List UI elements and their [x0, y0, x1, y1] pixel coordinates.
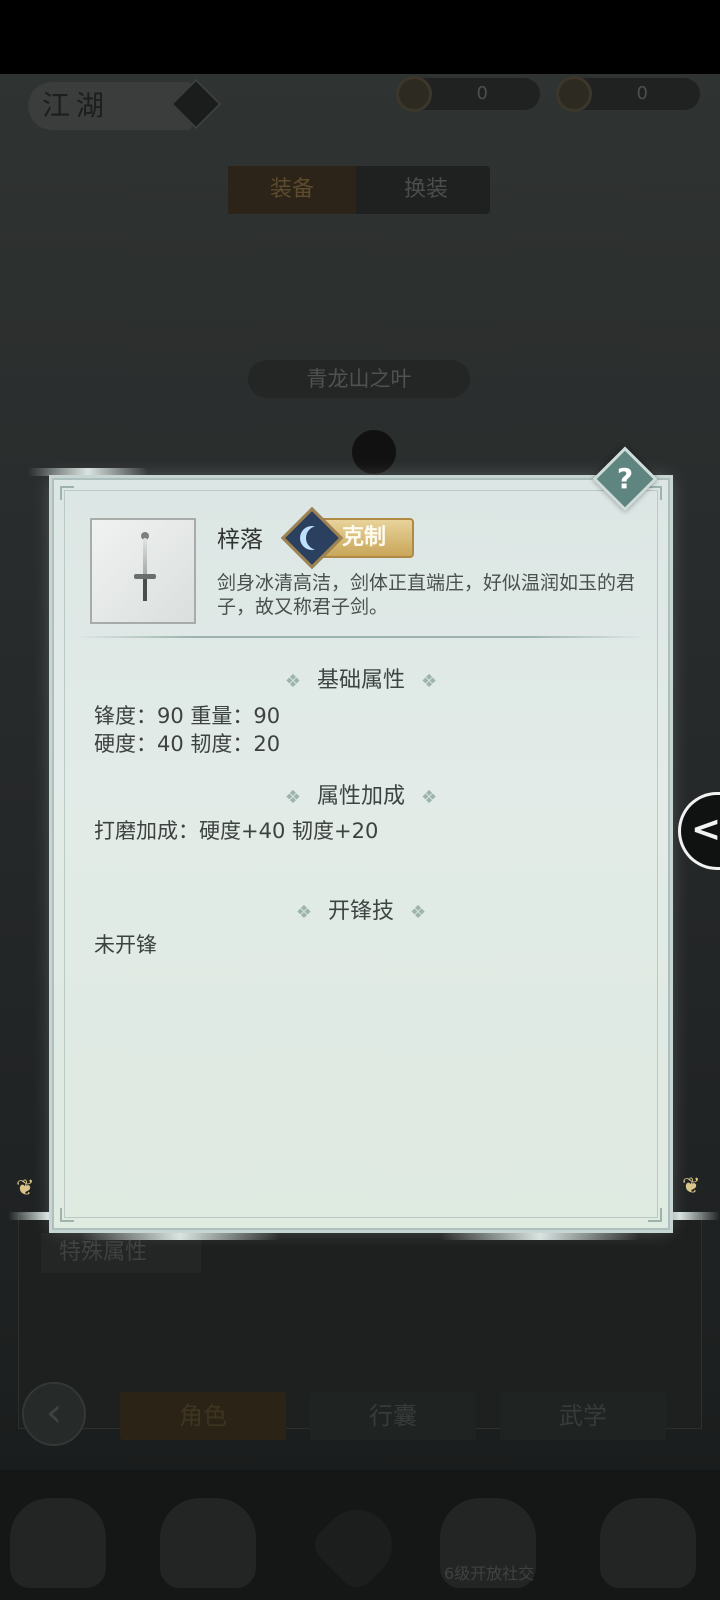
- section-title-edge-skill: ❖ 开锋技 ❖: [75, 893, 647, 925]
- character-avatar: [352, 430, 396, 474]
- dock-jianghu-icon[interactable]: [10, 1498, 106, 1588]
- section-title-base-attributes: ❖ 基础属性 ❖: [75, 662, 647, 694]
- base-stats-line: 硬度：40 韧度：20: [94, 732, 281, 756]
- corner-ornament: [60, 486, 74, 500]
- jianghu-title: 江湖: [28, 82, 193, 130]
- ornament-icon: ❖: [421, 671, 438, 692]
- dock-shop-icon[interactable]: [600, 1498, 696, 1588]
- coin-counter: 0: [396, 76, 540, 112]
- counter-tag: 克制: [280, 506, 416, 570]
- item-name: 梓落: [217, 527, 263, 553]
- butterfly-icon: ❦: [16, 1176, 35, 1201]
- ornament-icon: ❖: [295, 902, 312, 923]
- butterfly-icon: ❦: [682, 1174, 701, 1199]
- corner-ornament: [60, 1208, 74, 1222]
- sword-icon: [134, 532, 156, 614]
- nav-inventory[interactable]: 行囊: [310, 1392, 476, 1440]
- bottom-dock: 6级开放社交: [0, 1470, 720, 1600]
- nav-martial-arts[interactable]: 武学: [500, 1392, 666, 1440]
- equip-tab-bar: 装备 换装: [228, 166, 490, 214]
- back-button[interactable]: ‹: [22, 1382, 86, 1446]
- item-description: 剑身冰清高洁，剑体正直端庄，好似温润如玉的君子，故又称君子剑。: [217, 572, 636, 618]
- section-title-text: 属性加成: [316, 784, 405, 809]
- bonus-stats-line: 打磨加成：硬度+40 韧度+20: [94, 819, 379, 843]
- section-title-text: 开锋技: [327, 899, 394, 924]
- edge-skill-status: 未开锋: [94, 933, 157, 957]
- ornament-icon: ❖: [284, 787, 301, 808]
- tag-label: 克制: [342, 525, 387, 550]
- tab-equip[interactable]: 装备: [228, 166, 356, 214]
- ornament-icon: ❖: [410, 902, 427, 923]
- cloud-wisp-decoration: [28, 468, 148, 476]
- coin-value: 0: [476, 83, 488, 104]
- status-bar: [0, 0, 720, 74]
- cloud-wisp-decoration: [440, 1232, 640, 1240]
- dock-sect-icon[interactable]: [160, 1498, 256, 1588]
- divider: [75, 636, 647, 638]
- section-title-text: 基础属性: [316, 668, 405, 693]
- ingot-counter: 0: [556, 76, 700, 112]
- social-unlock-label: 6级开放社交: [444, 1564, 535, 1583]
- dock-compass-icon[interactable]: [307, 1495, 407, 1595]
- ornament-icon: ❖: [421, 787, 438, 808]
- question-mark-icon[interactable]: ?: [602, 456, 648, 502]
- coin-icon: [396, 76, 432, 112]
- tab-swap-outfit[interactable]: 换装: [362, 166, 490, 214]
- ornament-icon: ❖: [284, 671, 301, 692]
- cloud-wisp-decoration: [80, 1232, 280, 1240]
- corner-ornament: [648, 1208, 662, 1222]
- moon-icon: [300, 526, 324, 550]
- base-stats-line: 锋度：90 重量：90: [94, 704, 281, 728]
- section-title-attribute-bonus: ❖ 属性加成 ❖: [75, 778, 647, 810]
- ingot-icon: [556, 76, 592, 112]
- nav-character[interactable]: 角色: [120, 1392, 286, 1440]
- corner-ornament: [648, 486, 662, 500]
- character-name-plate: 青龙山之叶: [248, 360, 470, 398]
- ingot-value: 0: [636, 83, 648, 104]
